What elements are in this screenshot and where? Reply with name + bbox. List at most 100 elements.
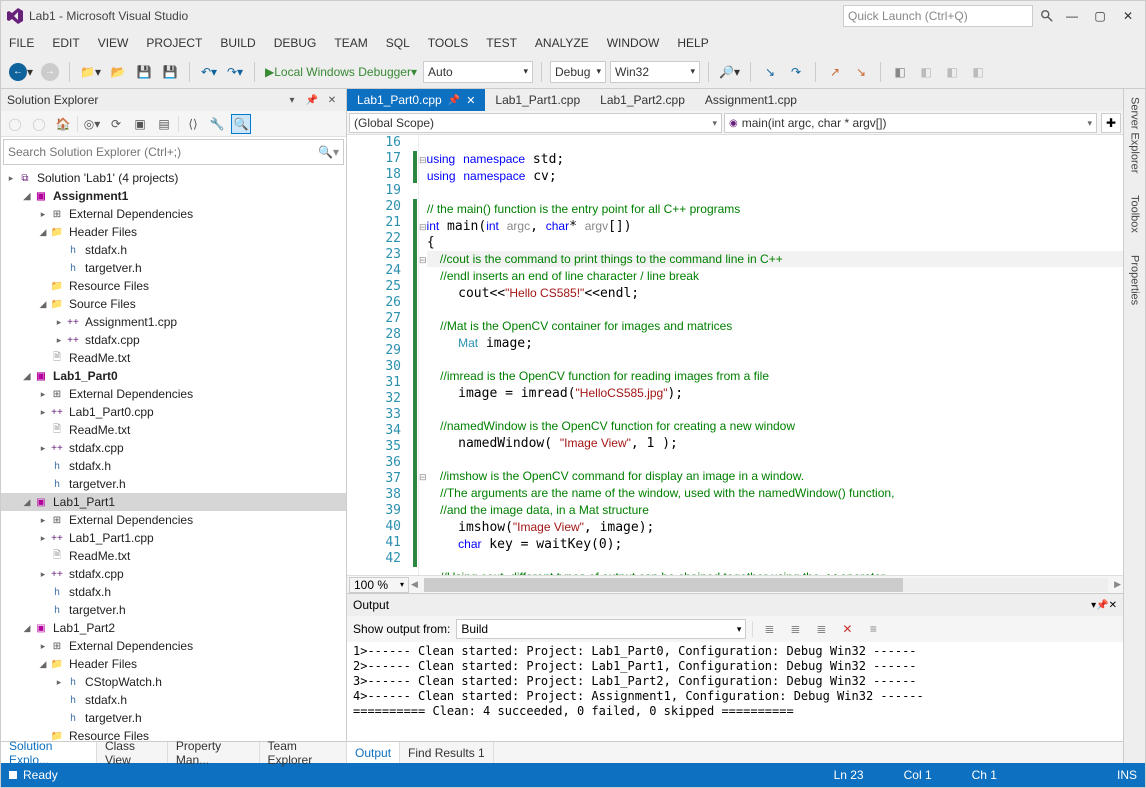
expand-icon[interactable]: ▸ [37, 209, 49, 220]
start-debug-button[interactable]: ▶ Local Windows Debugger ▾ [263, 60, 419, 84]
scope-dropdown-2[interactable]: ◉main(int argc, char * argv[])▾ [724, 113, 1097, 133]
side-tab[interactable]: Toolbox [1129, 191, 1141, 237]
menu-tools[interactable]: TOOLS [428, 36, 468, 50]
clear-bookmarks-button[interactable]: ◧ [967, 60, 989, 84]
tree-item[interactable]: hstdafx.h [1, 691, 346, 709]
tree-item[interactable]: ◢📁Header Files [1, 223, 346, 241]
menu-file[interactable]: FILE [9, 36, 34, 50]
prev-bookmark-button[interactable]: ◧ [915, 60, 937, 84]
menu-test[interactable]: TEST [486, 36, 517, 50]
tree-item[interactable]: ◢📁Header Files [1, 655, 346, 673]
clear-icon[interactable]: ✕ [837, 619, 857, 639]
expand-icon[interactable]: ▸ [5, 173, 17, 184]
menu-help[interactable]: HELP [677, 36, 708, 50]
solution-search-input[interactable] [8, 145, 318, 159]
expand-icon[interactable]: ◢ [21, 191, 33, 202]
editor-tab[interactable]: Lab1_Part0.cpp📌✕ [347, 89, 485, 111]
wrench-icon[interactable]: 🔧 [207, 114, 227, 134]
bottom-tab[interactable]: Output [347, 742, 400, 763]
tree-item[interactable]: ▸++stdafx.cpp [1, 565, 346, 583]
menu-analyze[interactable]: ANALYZE [535, 36, 589, 50]
menu-team[interactable]: TEAM [334, 36, 367, 50]
save-all-button[interactable]: 💾 [159, 60, 181, 84]
config-debug-dropdown[interactable]: Debug▾ [550, 61, 606, 83]
tree-item[interactable]: htargetver.h [1, 601, 346, 619]
forward-icon[interactable]: ◯ [29, 114, 49, 134]
nav-back-button[interactable]: ←▾ [7, 60, 35, 84]
menu-project[interactable]: PROJECT [146, 36, 202, 50]
show-all-icon[interactable]: ▤ [154, 114, 174, 134]
expand-icon[interactable]: ◢ [37, 659, 49, 670]
side-tab[interactable]: Properties [1129, 251, 1141, 309]
expand-icon[interactable]: ▸ [37, 389, 49, 400]
tree-item[interactable]: ▸⊞External Dependencies [1, 511, 346, 529]
new-project-button[interactable]: 📁▾ [78, 60, 103, 84]
output-text[interactable]: 1>------ Clean started: Project: Lab1_Pa… [347, 642, 1123, 741]
expand-icon[interactable]: ◢ [21, 371, 33, 382]
side-tab[interactable]: Server Explorer [1129, 93, 1141, 177]
tree-item[interactable]: ▸++Lab1_Part1.cpp [1, 529, 346, 547]
expand-icon[interactable]: ▸ [37, 443, 49, 454]
scope-dropdown-1[interactable]: (Global Scope)▾ [349, 113, 722, 133]
step-over-button[interactable]: ↷ [785, 60, 807, 84]
pin-icon[interactable]: 📌 [448, 95, 460, 106]
tree-item[interactable]: ▸++stdafx.cpp [1, 331, 346, 349]
tree-item[interactable]: ▸++Lab1_Part0.cpp [1, 403, 346, 421]
menu-sql[interactable]: SQL [386, 36, 410, 50]
tree-item[interactable]: hstdafx.h [1, 241, 346, 259]
tree-item[interactable]: ▸⊞External Dependencies [1, 205, 346, 223]
bottom-tab[interactable]: Property Man... [168, 742, 260, 763]
step-into-button[interactable]: ↘ [759, 60, 781, 84]
nav-forward-button[interactable]: → [39, 60, 61, 84]
expand-icon[interactable]: ▸ [37, 533, 49, 544]
tree-item[interactable]: hstdafx.h [1, 583, 346, 601]
undo-button[interactable]: ↶▾ [198, 60, 220, 84]
tree-item[interactable]: htargetver.h [1, 475, 346, 493]
expand-icon[interactable]: ▸ [37, 641, 49, 652]
wrap-icon[interactable]: ≡ [863, 619, 883, 639]
save-button[interactable]: 💾 [133, 60, 155, 84]
close-icon[interactable]: ✕ [324, 92, 340, 108]
tree-item[interactable]: ▸⊞External Dependencies [1, 385, 346, 403]
search-icon[interactable] [1037, 6, 1057, 26]
expand-icon[interactable]: ◢ [21, 623, 33, 634]
bottom-tab[interactable]: Find Results 1 [400, 742, 494, 763]
tree-item[interactable]: ◢▣Lab1_Part1 [1, 493, 346, 511]
back-icon[interactable]: ◯ [5, 114, 25, 134]
tree-item[interactable]: ◢▣Assignment1 [1, 187, 346, 205]
expand-icon[interactable]: ▸ [53, 335, 65, 346]
close-tab-icon[interactable]: ✕ [466, 94, 475, 107]
pin-icon[interactable]: 📌 [1096, 600, 1108, 611]
expand-icon[interactable]: ◢ [37, 227, 49, 238]
find-in-files-button[interactable]: 🔎▾ [717, 60, 742, 84]
tree-item[interactable]: 🗎ReadMe.txt [1, 547, 346, 565]
zoom-dropdown[interactable]: 100 %▾ [349, 577, 409, 593]
close-button[interactable]: ✕ [1115, 6, 1141, 26]
expand-icon[interactable]: ◢ [21, 497, 33, 508]
tree-item[interactable]: 🗎ReadMe.txt [1, 349, 346, 367]
solution-tree[interactable]: ▸⧉Solution 'Lab1' (4 projects)◢▣Assignme… [1, 167, 346, 763]
editor-tab[interactable]: Assignment1.cpp [695, 89, 807, 111]
quick-launch-input[interactable]: Quick Launch (Ctrl+Q) [843, 5, 1033, 27]
split-button[interactable]: ✚ [1101, 113, 1121, 133]
solution-search[interactable]: 🔍▾ [3, 139, 344, 165]
tree-item[interactable]: 📁Resource Files [1, 277, 346, 295]
tree-item[interactable]: ▸⧉Solution 'Lab1' (4 projects) [1, 169, 346, 187]
expand-icon[interactable]: ▸ [53, 677, 65, 688]
editor-tab[interactable]: Lab1_Part2.cpp [590, 89, 695, 111]
expand-icon[interactable]: ▸ [37, 515, 49, 526]
code-area[interactable]: ⊟using namespace std; using namespace cv… [419, 135, 1123, 575]
minimize-button[interactable]: — [1059, 6, 1085, 26]
expand-icon[interactable]: ◢ [37, 299, 49, 310]
config-platform-dropdown[interactable]: Win32▾ [610, 61, 700, 83]
refresh-icon[interactable]: ⟳ [106, 114, 126, 134]
code-editor[interactable]: 16 17 18 19 20 21 22 23 24 25 26 27 28 2… [347, 135, 1123, 575]
output-source-dropdown[interactable]: Build▾ [456, 619, 746, 639]
pin-icon[interactable]: 📌 [304, 92, 320, 108]
close-icon[interactable]: ✕ [1109, 600, 1117, 611]
tree-item[interactable]: hstdafx.h [1, 457, 346, 475]
editor-tab[interactable]: Lab1_Part1.cpp [485, 89, 590, 111]
bottom-tab[interactable]: Class View [97, 742, 168, 763]
step-button[interactable]: ↘ [850, 60, 872, 84]
tree-item[interactable]: htargetver.h [1, 709, 346, 727]
